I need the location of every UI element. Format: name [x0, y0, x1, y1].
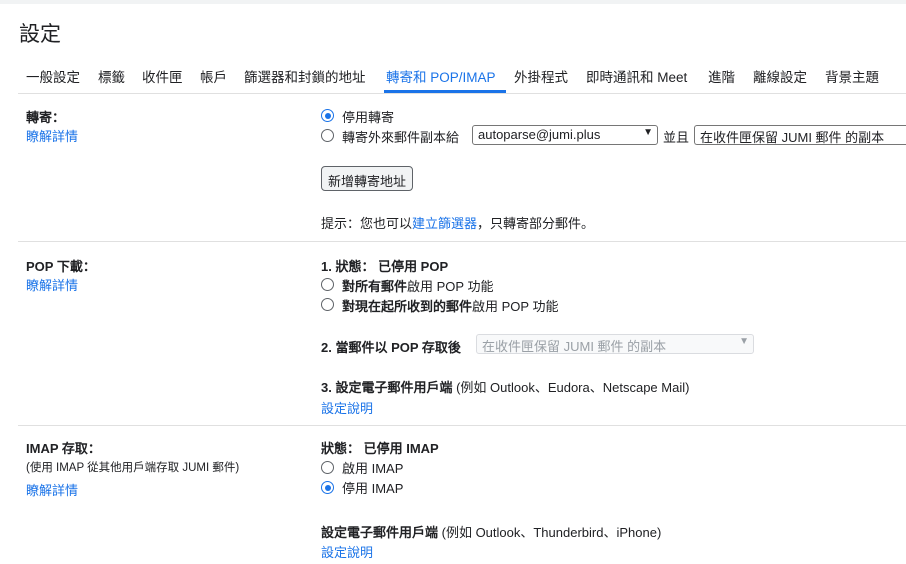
radio-disable-forwarding[interactable]	[321, 109, 334, 122]
forward-address-value: autoparse@jumi.plus	[478, 127, 601, 142]
pop-from-now-bold: 對現在起所收到的郵件	[342, 299, 473, 314]
pop-status: 1. 狀態： 已停用 POP	[321, 259, 449, 274]
imap-label: IMAP 存取：	[26, 441, 101, 456]
pop-learn-more-link[interactable]: 瞭解詳情	[26, 275, 78, 294]
disable-forwarding-label: 停用轉寄	[342, 110, 395, 125]
pop-from-now-rest: 啟用 POP 功能	[472, 299, 559, 314]
forwarding-tip: 提示：您也可以建立篩選器，只轉寄部分郵件。	[321, 213, 594, 232]
forwarding-label: 轉寄：	[26, 110, 66, 125]
tip-prefix: 提示：您也可以	[321, 216, 413, 231]
pop-step3-label: 3. 設定電子郵件用戶端 (例如 Outlook、Eudora、Netscape…	[321, 377, 689, 396]
tab-advanced[interactable]: 進階	[708, 66, 735, 86]
imap-setup-instructions-link[interactable]: 設定說明	[321, 542, 373, 561]
pop-step3-bold: 3. 設定電子郵件用戶端	[321, 380, 453, 395]
and-label: 並且	[663, 130, 690, 145]
settings-tabs: 一般設定 標籤 收件匣 帳戶 篩選器和封鎖的地址 轉寄和 POP/IMAP 外掛…	[18, 60, 906, 93]
pop-from-now-label: 對現在起所收到的郵件啟用 POP 功能	[342, 296, 558, 315]
chevron-down-icon: ▼	[739, 336, 749, 347]
top-bar	[0, 0, 906, 4]
pop-setup-instructions-link[interactable]: 設定說明	[321, 398, 373, 417]
create-filter-link[interactable]: 建立篩選器	[412, 216, 477, 231]
tab-addons[interactable]: 外掛程式	[514, 66, 568, 86]
imap-client-rest: (例如 Outlook、Thunderbird、iPhone)	[438, 525, 662, 540]
forward-address-select[interactable]: autoparse@jumi.plus ▼	[472, 125, 658, 145]
pop-label: POP 下載：	[26, 259, 96, 274]
pop-step3-rest: (例如 Outlook、Eudora、Netscape Mail)	[452, 380, 690, 395]
radio-enable-imap[interactable]	[321, 461, 334, 474]
radio-forward-copy[interactable]	[321, 129, 334, 142]
pop-step2-label: 2. 當郵件以 POP 存取後	[321, 340, 461, 355]
imap-learn-more-link[interactable]: 瞭解詳情	[26, 480, 78, 499]
forwarding-divider	[18, 241, 906, 242]
forwarding-learn-more-link[interactable]: 瞭解詳情	[26, 126, 78, 145]
tab-inbox[interactable]: 收件匣	[142, 66, 183, 86]
tab-accounts[interactable]: 帳戶	[200, 66, 227, 86]
imap-sublabel: (使用 IMAP 從其他用戶端存取 JUMI 郵件)	[26, 462, 240, 474]
tab-labels[interactable]: 標籤	[98, 66, 125, 86]
disable-imap-label: 停用 IMAP	[342, 481, 404, 496]
radio-disable-imap[interactable]	[321, 481, 334, 494]
keep-copy-value: 在收件匣保留 JUMI 郵件 的副本	[700, 130, 885, 145]
imap-client-label: 設定電子郵件用戶端 (例如 Outlook、Thunderbird、iPhone…	[321, 522, 661, 541]
enable-imap-label: 啟用 IMAP	[342, 461, 404, 476]
tab-filters[interactable]: 篩選器和封鎖的地址	[244, 66, 366, 86]
imap-status: 狀態： 已停用 IMAP	[321, 441, 439, 456]
tabs-divider	[18, 93, 906, 94]
pop-all-mail-rest: 啟用 POP 功能	[407, 279, 494, 294]
pop-all-mail-label: 對所有郵件啟用 POP 功能	[342, 276, 493, 295]
forward-copy-label: 轉寄外來郵件副本給	[342, 130, 460, 145]
tab-chat-meet[interactable]: 即時通訊和 Meet	[586, 66, 687, 86]
pop-after-access-value: 在收件匣保留 JUMI 郵件 的副本	[482, 339, 667, 354]
tip-suffix: ，只轉寄部分郵件。	[477, 216, 595, 231]
pop-divider	[18, 425, 906, 426]
tab-forwarding-pop-imap[interactable]: 轉寄和 POP/IMAP	[386, 66, 496, 86]
pop-after-access-select[interactable]: 在收件匣保留 JUMI 郵件 的副本 ▼	[476, 334, 754, 354]
keep-copy-select[interactable]: 在收件匣保留 JUMI 郵件 的副本	[694, 125, 906, 145]
radio-pop-from-now[interactable]	[321, 298, 334, 311]
pop-all-mail-bold: 對所有郵件	[342, 279, 408, 294]
imap-client-bold: 設定電子郵件用戶端	[321, 525, 439, 540]
chevron-down-icon: ▼	[643, 127, 653, 138]
tab-general[interactable]: 一般設定	[26, 66, 80, 86]
add-forwarding-address-button[interactable]: 新增轉寄地址	[321, 166, 414, 191]
tab-themes[interactable]: 背景主題	[825, 66, 879, 86]
page-title: 設定	[19, 23, 61, 46]
radio-pop-all-mail[interactable]	[321, 278, 334, 291]
tab-offline[interactable]: 離線設定	[753, 66, 807, 86]
